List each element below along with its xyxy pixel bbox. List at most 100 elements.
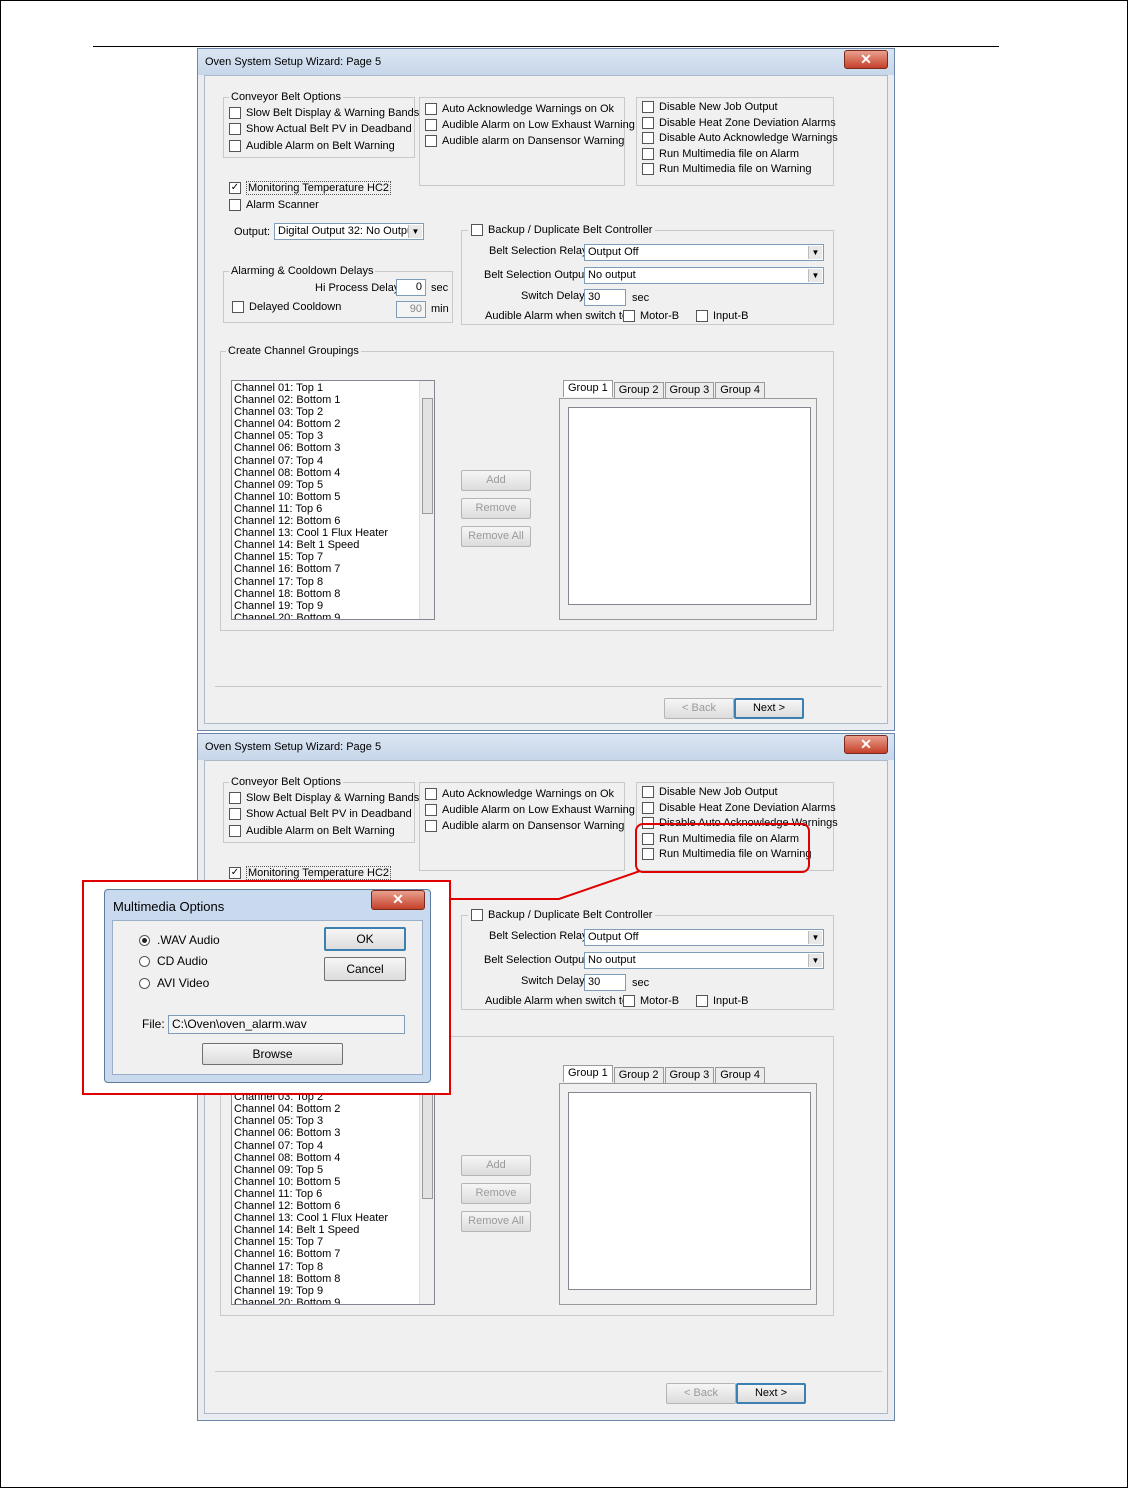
monitoring-temperature-checkbox[interactable]: ✓ Monitoring Temperature HC2: [229, 181, 392, 195]
checkbox-box[interactable]: [229, 140, 241, 152]
group-channel-list[interactable]: [568, 407, 811, 605]
run-multimedia-alarm-checkbox[interactable]: Run Multimedia file on Alarm: [642, 148, 799, 160]
belt-relay-select[interactable]: Output Off ▼: [584, 244, 824, 261]
channel-list-item[interactable]: Channel 13: Cool 1 Flux Heater: [234, 527, 388, 539]
scroll-thumb[interactable]: [422, 398, 433, 514]
delayed-cooldown-checkbox[interactable]: Delayed Cooldown: [232, 301, 341, 313]
channel-list-item[interactable]: Channel 14: Belt 1 Speed: [234, 539, 388, 551]
remove-button[interactable]: Remove: [461, 1183, 531, 1204]
disable-auto-ack-checkbox[interactable]: Disable Auto Acknowledge Warnings: [642, 132, 838, 144]
slow-belt-checkbox[interactable]: Slow Belt Display & Warning Bands: [229, 792, 419, 804]
channel-list-item[interactable]: Channel 11: Top 6: [234, 503, 388, 515]
channel-list-item[interactable]: Channel 03: Top 2: [234, 406, 388, 418]
channel-list-item[interactable]: Channel 20: Bottom 9: [234, 1297, 388, 1304]
chevron-down-icon[interactable]: ▼: [808, 246, 822, 259]
channel-list-item[interactable]: Channel 16: Bottom 7: [234, 563, 388, 575]
channel-list-item[interactable]: Channel 12: Bottom 6: [234, 515, 388, 527]
checkbox-box[interactable]: [642, 802, 654, 814]
checkbox-box[interactable]: [642, 132, 654, 144]
checkbox-box[interactable]: [232, 301, 244, 313]
channel-list-item[interactable]: Channel 08: Bottom 4: [234, 1152, 388, 1164]
checkbox-box[interactable]: ✓: [229, 867, 241, 879]
channel-list-item[interactable]: Channel 10: Bottom 5: [234, 491, 388, 503]
channel-list-item[interactable]: Channel 11: Top 6: [234, 1188, 388, 1200]
motor-b-checkbox[interactable]: Motor-B: [623, 995, 679, 1007]
chevron-down-icon[interactable]: ▼: [808, 931, 822, 944]
next-button[interactable]: Next >: [734, 698, 804, 719]
checkbox-box[interactable]: [229, 792, 241, 804]
channel-list-item[interactable]: Channel 10: Bottom 5: [234, 1176, 388, 1188]
channel-list-item[interactable]: Channel 01: Top 1: [234, 382, 388, 394]
audible-dansensor-checkbox[interactable]: Audible alarm on Dansensor Warning: [425, 820, 624, 832]
checkbox-box[interactable]: [642, 148, 654, 160]
checkbox-box[interactable]: [642, 786, 654, 798]
back-button[interactable]: < Back: [664, 698, 734, 719]
remove-button[interactable]: Remove: [461, 498, 531, 519]
group-channel-list[interactable]: [568, 1092, 811, 1290]
channel-list-item[interactable]: Channel 06: Bottom 3: [234, 1127, 388, 1139]
channel-list-item[interactable]: Channel 20: Bottom 9: [234, 612, 388, 619]
tab-group-3[interactable]: Group 3: [664, 1067, 715, 1084]
add-button[interactable]: Add: [461, 470, 531, 491]
disable-new-job-checkbox[interactable]: Disable New Job Output: [642, 786, 778, 798]
add-button[interactable]: Add: [461, 1155, 531, 1176]
tab-group-4[interactable]: Group 4: [715, 1067, 765, 1084]
checkbox-box[interactable]: [229, 123, 241, 135]
auto-ack-checkbox[interactable]: Auto Acknowledge Warnings on Ok: [425, 103, 614, 115]
auto-ack-checkbox[interactable]: Auto Acknowledge Warnings on Ok: [425, 788, 614, 800]
channel-list-item[interactable]: Channel 05: Top 3: [234, 1115, 388, 1127]
channel-list-item[interactable]: Channel 15: Top 7: [234, 1236, 388, 1248]
channel-listbox[interactable]: Channel 01: Top 1Channel 02: Bottom 1Cha…: [231, 380, 435, 620]
checkbox-box[interactable]: [425, 135, 437, 147]
checkbox-box[interactable]: [229, 199, 241, 211]
remove-all-button[interactable]: Remove All: [461, 1211, 531, 1232]
channel-list-item[interactable]: Channel 07: Top 4: [234, 455, 388, 467]
radio-dot[interactable]: [139, 977, 150, 989]
channel-list-item[interactable]: Channel 06: Bottom 3: [234, 442, 388, 454]
checkbox-box[interactable]: [623, 995, 635, 1007]
checkbox-box[interactable]: [229, 107, 241, 119]
channel-list-item[interactable]: Channel 12: Bottom 6: [234, 1200, 388, 1212]
channel-listbox[interactable]: Channel 01: Top 1Channel 02: Bottom 1Cha…: [231, 1065, 435, 1305]
back-button[interactable]: < Back: [666, 1383, 736, 1404]
list-scrollbar[interactable]: [419, 381, 434, 619]
close-button[interactable]: ✕: [371, 890, 425, 910]
checkbox-box[interactable]: ✓: [229, 182, 241, 194]
channel-list-item[interactable]: Channel 17: Top 8: [234, 576, 388, 588]
channel-list-item[interactable]: Channel 18: Bottom 8: [234, 588, 388, 600]
backup-belt-checkbox[interactable]: Backup / Duplicate Belt Controller: [468, 909, 656, 921]
slow-belt-checkbox[interactable]: Slow Belt Display & Warning Bands: [229, 107, 419, 119]
remove-all-button[interactable]: Remove All: [461, 526, 531, 547]
backup-belt-checkbox[interactable]: Backup / Duplicate Belt Controller: [468, 224, 656, 236]
checkbox-box[interactable]: [623, 310, 635, 322]
disable-heat-zone-checkbox[interactable]: Disable Heat Zone Deviation Alarms: [642, 117, 836, 129]
audible-exhaust-checkbox[interactable]: Audible Alarm on Low Exhaust Warning: [425, 119, 635, 131]
belt-output-select[interactable]: No output ▼: [584, 952, 824, 969]
audible-belt-checkbox[interactable]: Audible Alarm on Belt Warning: [229, 825, 395, 837]
channel-list-item[interactable]: Channel 14: Belt 1 Speed: [234, 1224, 388, 1236]
checkbox-box[interactable]: [425, 103, 437, 115]
channel-list-item[interactable]: Channel 18: Bottom 8: [234, 1273, 388, 1285]
channel-list-item[interactable]: Channel 09: Top 5: [234, 1164, 388, 1176]
checkbox-box[interactable]: [471, 909, 483, 921]
belt-output-select[interactable]: No output ▼: [584, 267, 824, 284]
checkbox-box[interactable]: [425, 119, 437, 131]
tab-group-1[interactable]: Group 1: [563, 380, 613, 397]
checkbox-box[interactable]: [229, 825, 241, 837]
browse-button[interactable]: Browse: [202, 1043, 343, 1065]
avi-video-radio[interactable]: AVI Video: [139, 976, 209, 990]
alarm-scanner-checkbox[interactable]: Alarm Scanner: [229, 199, 319, 211]
cooldown-input[interactable]: 90: [396, 301, 426, 318]
checkbox-box[interactable]: [642, 163, 654, 175]
motor-b-checkbox[interactable]: Motor-B: [623, 310, 679, 322]
input-b-checkbox[interactable]: Input-B: [696, 310, 748, 322]
tab-group-2[interactable]: Group 2: [613, 382, 664, 399]
file-path-input[interactable]: C:\Oven\oven_alarm.wav: [168, 1015, 405, 1034]
channel-list-item[interactable]: Channel 05: Top 3: [234, 430, 388, 442]
monitoring-temperature-checkbox[interactable]: ✓ Monitoring Temperature HC2: [229, 866, 392, 880]
show-actual-belt-checkbox[interactable]: Show Actual Belt PV in Deadband: [229, 808, 412, 820]
channel-list-item[interactable]: Channel 04: Bottom 2: [234, 418, 388, 430]
close-button[interactable]: ✕: [844, 735, 888, 754]
output-select[interactable]: Digital Output 32: No Output ▼: [274, 223, 424, 240]
hi-process-input[interactable]: 0: [396, 279, 426, 296]
